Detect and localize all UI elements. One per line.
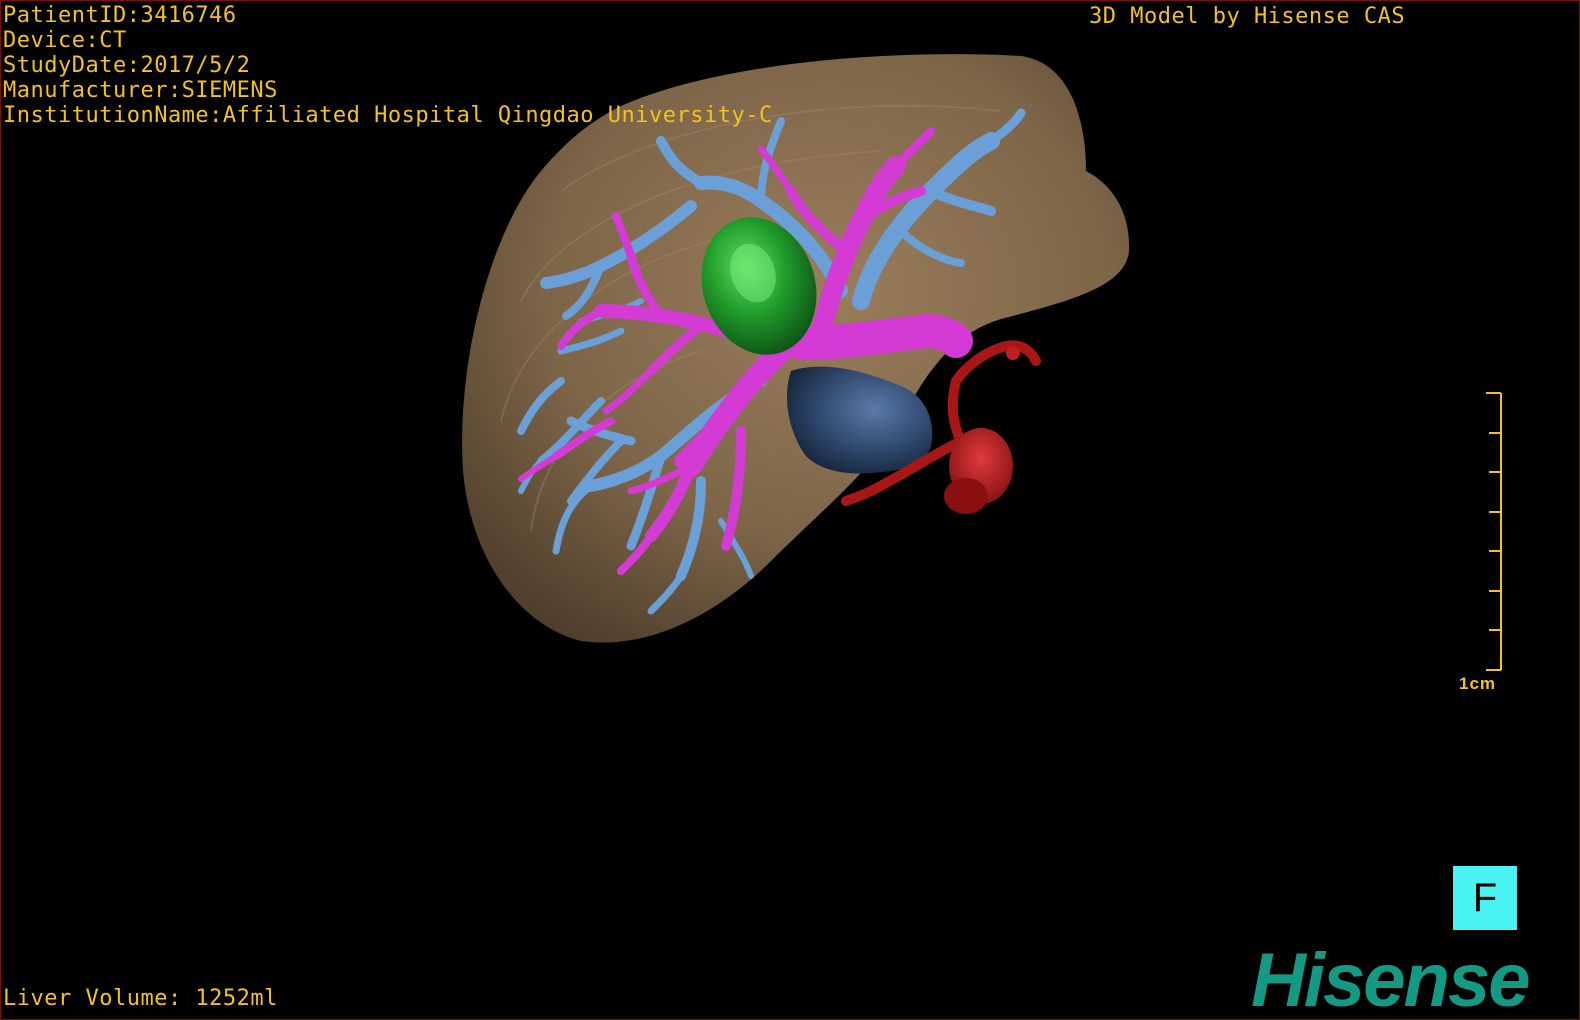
- liver-3d-model-scene[interactable]: [1, 1, 1580, 1020]
- institution-name-text: InstitutionName:Affiliated Hospital Qing…: [3, 103, 773, 128]
- manufacturer-text: Manufacturer:SIEMENS: [3, 78, 278, 103]
- scale-bar: [1486, 392, 1502, 671]
- orientation-front-button[interactable]: F: [1453, 866, 1517, 930]
- model-credit-text: 3D Model by Hisense CAS: [1089, 4, 1406, 29]
- device-text: Device:CT: [3, 28, 127, 53]
- patient-id-text: PatientID:3416746: [3, 3, 237, 28]
- liver-volume-text: Liver Volume: 1252ml: [3, 986, 278, 1011]
- study-date-text: StudyDate:2017/5/2: [3, 53, 251, 78]
- dicom-metadata-overlay: PatientID:3416746 Device:CT StudyDate:20…: [3, 3, 773, 128]
- 3d-viewport[interactable]: PatientID:3416746 Device:CT StudyDate:20…: [0, 0, 1580, 1020]
- scale-bar-label: 1cm: [1459, 674, 1497, 693]
- hisense-logo: Hisense: [1251, 938, 1530, 1020]
